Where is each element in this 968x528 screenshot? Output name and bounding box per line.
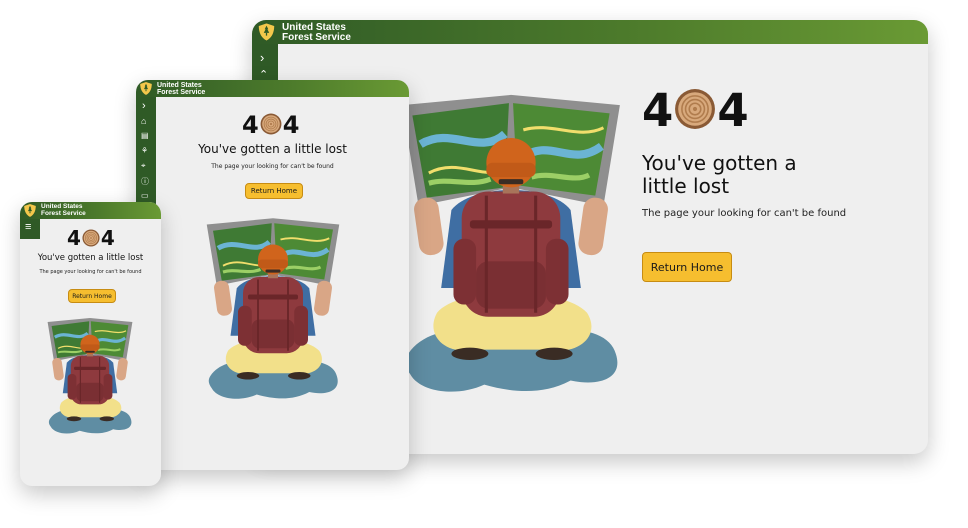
brand-line-2: Forest Service: [157, 89, 206, 96]
brand-line-2: Forest Service: [282, 32, 351, 43]
brand-line-2: Forest Service: [41, 209, 86, 217]
tablet-screen: United States Forest Service › ⌂ ▤ ⚘ ⌖ ⓘ…: [136, 80, 409, 470]
info-icon[interactable]: ⓘ: [141, 176, 149, 187]
brand-name[interactable]: United States Forest Service: [41, 203, 86, 217]
return-home-button[interactable]: Return Home: [642, 252, 732, 282]
error-code-404: 44: [67, 228, 115, 248]
error-message: The page your looking for can't be found: [642, 208, 847, 219]
page-heading: You've gotten a little lost: [37, 253, 144, 263]
brand-name[interactable]: United States Forest Service: [157, 82, 205, 96]
menu-toggle[interactable]: ≡: [20, 219, 40, 239]
forest-service-shield-icon[interactable]: [23, 203, 37, 218]
error-code-404: 44: [642, 88, 749, 133]
hiker-illustration: [160, 212, 386, 412]
sidebar: › ⌃: [252, 44, 278, 84]
hiker-illustration: [398, 84, 624, 414]
site-header: United States Forest Service: [252, 20, 928, 44]
error-message: The page your looking for can't be found: [211, 163, 334, 170]
error-code-digit: 4: [282, 111, 300, 139]
error-code-404: 44: [242, 113, 299, 137]
brand-line-1: United States: [157, 82, 202, 89]
tree-ring-icon: [260, 113, 282, 135]
error-message: The page your looking for can't be found: [39, 269, 142, 275]
heading-line-1: You've gotten a: [642, 151, 797, 175]
phone-screen: United States Forest Service ≡ 44 You've…: [20, 202, 161, 486]
tree-ring-icon: [82, 229, 100, 247]
brand-name[interactable]: United States Forest Service: [282, 23, 351, 43]
chevron-right-icon[interactable]: ›: [260, 50, 264, 65]
tree-ring-icon: [674, 88, 716, 130]
forest-service-shield-icon[interactable]: [257, 22, 276, 42]
error-code-digit: 4: [100, 226, 115, 250]
error-code-digit: 4: [642, 84, 674, 137]
heading-line-2: little lost: [642, 174, 730, 198]
error-code-digit: 4: [242, 111, 259, 139]
newspaper-icon[interactable]: ▤: [141, 131, 149, 140]
hamburger-menu-icon[interactable]: ≡: [25, 221, 31, 233]
error-code-digit: 4: [67, 226, 81, 250]
book-icon[interactable]: ▭: [141, 191, 149, 200]
chevron-right-icon[interactable]: ›: [142, 100, 146, 112]
return-home-button[interactable]: Return Home: [245, 183, 303, 199]
error-code-digit: 4: [717, 84, 749, 137]
site-header: United States Forest Service: [20, 202, 161, 219]
forest-service-shield-icon[interactable]: [139, 81, 153, 96]
page-heading: You've gotten a little lost: [642, 152, 797, 198]
return-home-button[interactable]: Return Home: [68, 289, 116, 303]
site-header: United States Forest Service: [136, 80, 409, 97]
page-heading: You've gotten a little lost: [198, 142, 347, 156]
home-icon[interactable]: ⌂: [141, 116, 146, 126]
hiker-illustration: [26, 314, 154, 442]
